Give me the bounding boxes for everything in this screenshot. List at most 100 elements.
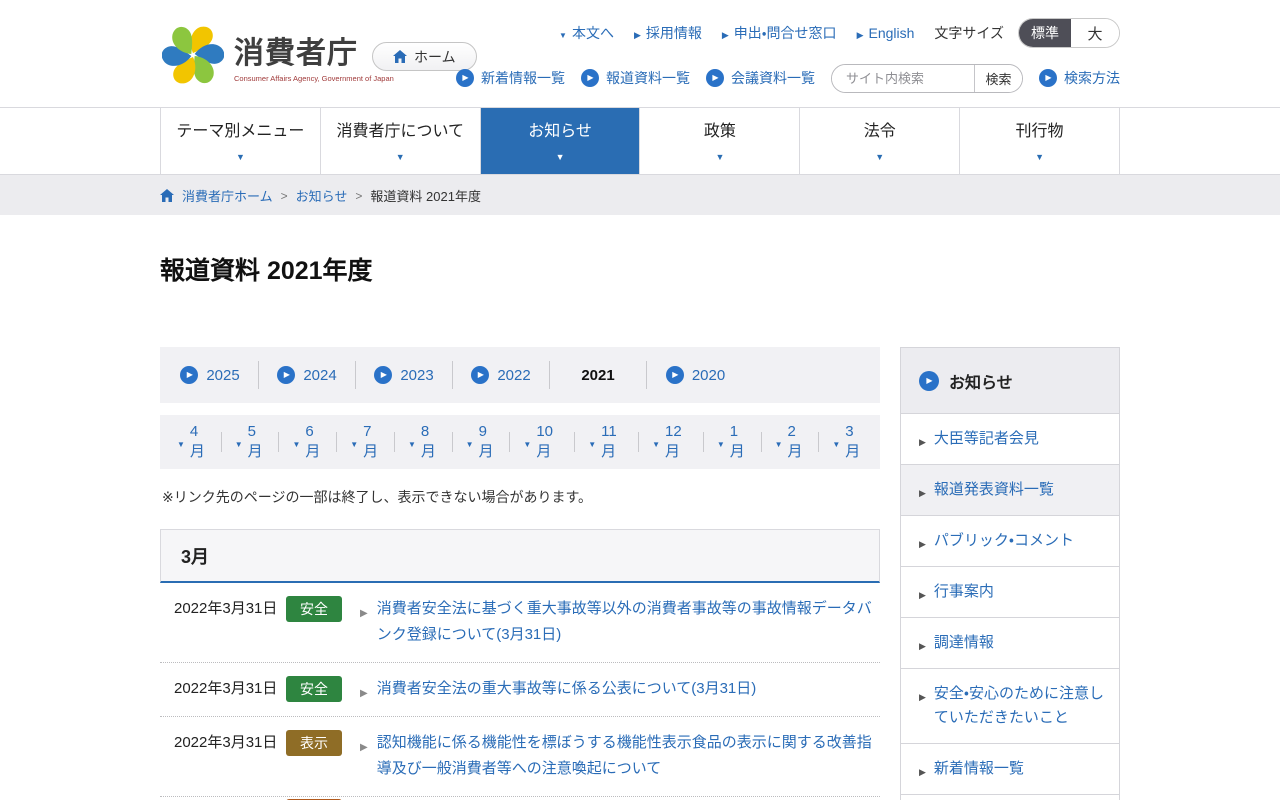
month-tab-jul[interactable]: 7月 xyxy=(337,423,395,460)
month-tab-aug[interactable]: 8月 xyxy=(395,423,453,460)
home-icon xyxy=(160,188,174,202)
page: 消費者庁 Consumer Affairs Agency, Government… xyxy=(0,0,1280,800)
month-tab-sep[interactable]: 9月 xyxy=(453,423,511,460)
press-materials-list-label: 報道資料一覧 xyxy=(606,70,690,86)
month-tab-apr[interactable]: 4月 xyxy=(164,423,222,460)
month-label: 7月 xyxy=(363,423,379,460)
month-label: 8月 xyxy=(420,423,436,460)
section-header-label: 3月 xyxy=(181,546,210,567)
month-label: 9月 xyxy=(478,423,494,460)
month-tab-feb[interactable]: 2月 xyxy=(762,423,820,460)
chevron-down-icon xyxy=(236,147,245,165)
news-row: 2022年3月31日 安全 消費者安全法の重大事故等に係る公表について(3月31… xyxy=(160,663,880,717)
home-icon xyxy=(393,50,407,63)
arrow-right-icon xyxy=(360,683,368,701)
chevron-down-icon xyxy=(875,147,884,165)
arrow-right-icon xyxy=(919,432,926,450)
year-tab-2022[interactable]: 2022 xyxy=(453,361,550,389)
sidebar-item-events[interactable]: 行事案内 xyxy=(901,567,1119,618)
sidebar-item-label: 調達情報 xyxy=(933,634,994,651)
arrow-right-icon xyxy=(919,534,926,552)
chevron-down-icon xyxy=(466,434,474,451)
chevron-down-icon xyxy=(350,434,358,451)
year-tab-2025[interactable]: 2025 xyxy=(162,361,259,389)
nav-tab-label: 刊行物 xyxy=(1015,123,1064,140)
agency-name-english: Consumer Affairs Agency, Government of J… xyxy=(234,73,394,83)
nav-tab-policy[interactable]: 政策 xyxy=(639,108,800,174)
agency-logo-mark xyxy=(162,26,224,84)
sidebar-item-label: 新着情報一覧 xyxy=(933,760,1024,777)
chevron-right-icon xyxy=(722,25,729,41)
month-tab-mar[interactable]: 3月 xyxy=(819,423,876,460)
sidebar-item-procurement[interactable]: 調達情報 xyxy=(901,618,1119,669)
news-title-link[interactable]: 消費者安全法に基づく重大事故等以外の消費者事故等の事故情報データバンク登録につい… xyxy=(377,596,880,648)
breadcrumb-news-link[interactable]: お知らせ xyxy=(296,186,348,205)
sidebar-item-public-comment[interactable]: パブリック・コメント xyxy=(901,516,1119,567)
new-info-list-label: 新着情報一覧 xyxy=(481,70,565,86)
news-list: 2022年3月31日 安全 消費者安全法に基づく重大事故等以外の消費者事故等の事… xyxy=(160,583,880,800)
nav-tab-theme-menu[interactable]: テーマ別メニュー xyxy=(160,108,320,174)
circle-arrow-icon xyxy=(665,366,684,384)
recruit-link[interactable]: 採用情報 xyxy=(634,23,702,43)
month-tab-jan[interactable]: 1月 xyxy=(704,423,762,460)
year-tab-2021-current: 2021 xyxy=(550,361,647,389)
breadcrumb-band: 消費者庁ホーム お知らせ 報道資料 2021年度 xyxy=(0,175,1280,215)
font-size-standard-button[interactable]: 標準 xyxy=(1019,19,1071,47)
chevron-right-icon xyxy=(857,25,864,41)
home-button-label: ホーム xyxy=(414,48,456,65)
month-tab-jun[interactable]: 6月 xyxy=(279,423,338,460)
contact-link[interactable]: 申出・問合せ窓口 xyxy=(722,23,837,43)
link-expiry-note: ※リンク先のページの一部は終了し、表示できない場合があります。 xyxy=(162,489,593,505)
font-size-label: 文字サイズ xyxy=(934,25,1004,41)
news-title-link[interactable]: 認知機能に係る機能性を標ぼうする機能性表示食品の表示に関する改善指導及び一般消費… xyxy=(377,730,880,782)
search-help-link[interactable]: 検索方法 xyxy=(1039,68,1120,88)
skip-to-content-link[interactable]: 本文へ xyxy=(559,23,614,43)
month-tab-dec[interactable]: 12月 xyxy=(639,423,704,460)
circle-arrow-icon xyxy=(374,366,393,384)
year-tab-2024[interactable]: 2024 xyxy=(259,361,356,389)
circle-arrow-icon xyxy=(456,69,474,87)
nav-tab-news[interactable]: お知らせ xyxy=(479,108,640,174)
font-size-large-button[interactable]: 大 xyxy=(1071,19,1119,47)
arrow-right-icon xyxy=(919,762,926,780)
year-label: 2021 xyxy=(581,366,615,384)
chevron-down-icon xyxy=(775,434,783,451)
press-materials-list-link[interactable]: 報道資料一覧 xyxy=(581,68,690,88)
circle-arrow-icon xyxy=(919,370,939,391)
nav-tab-label: お知らせ xyxy=(528,123,592,140)
month-label: 2月 xyxy=(787,423,803,460)
sidebar-item-safety-cautions[interactable]: 安全・安心のために注意していただきたいこと xyxy=(901,669,1119,744)
breadcrumb-home-link[interactable]: 消費者庁ホーム xyxy=(182,186,273,205)
sidebar-item-partial[interactable] xyxy=(901,795,1119,800)
nav-tab-publications[interactable]: 刊行物 xyxy=(959,108,1120,174)
month-tab-oct[interactable]: 10月 xyxy=(510,423,576,460)
page-title: 報道資料 2021年度 xyxy=(160,257,373,285)
nav-tab-laws[interactable]: 法令 xyxy=(799,108,960,174)
year-tab-2023[interactable]: 2023 xyxy=(356,361,453,389)
meeting-materials-list-link[interactable]: 会議資料一覧 xyxy=(706,68,815,88)
chevron-right-icon xyxy=(634,25,641,41)
section-header-march: 3月 xyxy=(160,529,880,583)
news-title-link[interactable]: 消費者安全法の重大事故等に係る公表について(3月31日) xyxy=(377,676,880,702)
sidebar-item-press-release-list[interactable]: 報道発表資料一覧 xyxy=(901,465,1119,516)
sidebar-item-label: 大臣等記者会見 xyxy=(933,430,1039,447)
month-tab-may[interactable]: 5月 xyxy=(222,423,280,460)
category-badge-safety: 安全 xyxy=(286,676,342,702)
chevron-down-icon xyxy=(715,147,724,165)
search-button[interactable]: 検索 xyxy=(974,64,1022,92)
sidebar-item-press-conference[interactable]: 大臣等記者会見 xyxy=(901,414,1119,465)
circle-arrow-icon xyxy=(471,366,490,384)
site-header: 消費者庁 Consumer Affairs Agency, Government… xyxy=(0,0,1280,108)
sidebar-item-label: パブリック・コメント xyxy=(933,532,1075,549)
agency-logo-text: 消費者庁 Consumer Affairs Agency, Government… xyxy=(234,28,394,83)
new-info-list-link[interactable]: 新着情報一覧 xyxy=(456,68,565,88)
chevron-down-icon xyxy=(292,434,300,451)
year-tab-2020[interactable]: 2020 xyxy=(647,361,744,389)
month-tab-nov[interactable]: 11月 xyxy=(575,423,640,460)
search-help-label: 検索方法 xyxy=(1064,70,1120,86)
english-link[interactable]: English xyxy=(857,25,914,41)
agency-logo[interactable]: 消費者庁 Consumer Affairs Agency, Government… xyxy=(162,24,394,86)
sidebar-item-new-info-list[interactable]: 新着情報一覧 xyxy=(901,744,1119,795)
nav-tab-about-agency[interactable]: 消費者庁について xyxy=(319,108,480,174)
search-input[interactable] xyxy=(832,64,974,92)
